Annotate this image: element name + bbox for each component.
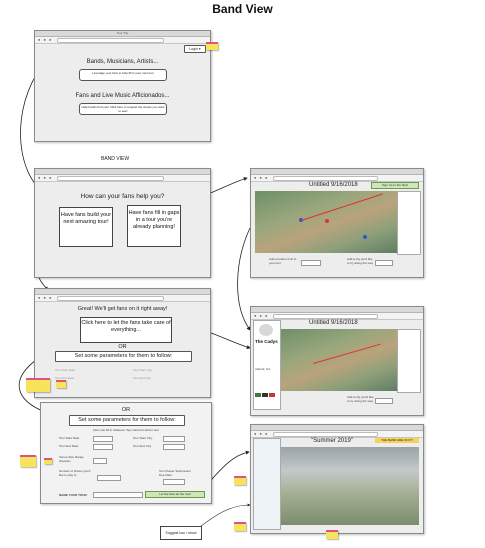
add-city-label: Add a city we'd like to try along the wa… <box>347 257 374 265</box>
fans-cta-button[interactable]: Help bands find you! Click here to reque… <box>79 103 167 115</box>
band-view-window: ● ● ● How can your fans help you? Have f… <box>34 168 211 278</box>
bottom-limit-field[interactable] <box>301 260 321 266</box>
bands-heading: Bands, Musicians, Artists... <box>86 59 159 65</box>
us-map[interactable] <box>281 329 397 391</box>
sticky-note <box>234 476 246 485</box>
start-date-label: Tour Start Date: <box>59 436 81 440</box>
ghost-start-date: Tour Start Date <box>55 368 76 372</box>
ghost-start-city: Tour Start City <box>133 368 153 372</box>
map-title: Untitled 9/16/2018 <box>309 182 358 188</box>
fan-suggestions-panel[interactable] <box>253 438 281 530</box>
parameters-window: OR Set some parameters for them to follo… <box>40 402 212 504</box>
address-bar[interactable]: ● ● ● <box>251 431 423 438</box>
address-bar[interactable]: ● ● ● <box>35 175 210 182</box>
ghost-end-city: Tour End City <box>133 376 152 380</box>
shows-count-field[interactable] <box>97 475 121 481</box>
bands-cta-button[interactable]: Leverage your fans to help fill in your … <box>79 69 167 81</box>
end-city-field[interactable] <box>163 444 185 450</box>
submit-to-fans-button[interactable]: Let the fans do the rest! <box>145 491 205 498</box>
set-parameters-button[interactable]: Set some parameters for them to follow: <box>69 415 185 426</box>
address-bar[interactable]: ● ● ● <box>35 295 210 302</box>
sticky-note <box>206 42 218 50</box>
venue-size-label: Venue Size Range (People): <box>59 455 84 463</box>
sticky-note <box>26 378 50 392</box>
arrow-map1-to-map2 <box>237 227 251 331</box>
suggest-callout: Suggest tour / show <box>160 526 202 540</box>
tour-name-label: NAME YOUR TOUR: <box>59 493 88 497</box>
add-city-field[interactable] <box>375 260 393 266</box>
map-title: Untitled 9/16/2018 <box>309 320 358 326</box>
band-profile-map-window: ● ● ● The Cadys Atlanta, GA Untitled 9/1… <box>250 306 424 416</box>
venue-size-field[interactable] <box>93 458 107 464</box>
url-field[interactable] <box>57 176 164 181</box>
option-fill-gaps-box[interactable]: Have fans fill in gaps in a tour you're … <box>127 205 181 247</box>
window-controls-icon[interactable]: ● ● ● <box>254 314 268 318</box>
band-location: Atlanta, GA <box>255 367 271 371</box>
add-city-field[interactable] <box>375 398 393 404</box>
end-date-label: Tour End Date: <box>59 444 80 448</box>
band-name: The Cadys <box>255 339 278 344</box>
parameters-subtitle: Fans can fill in whatever they want but … <box>92 428 160 432</box>
url-field[interactable] <box>57 296 164 301</box>
sticky-note <box>44 458 52 464</box>
sticky-note <box>56 380 66 388</box>
window-controls-icon[interactable]: ● ● ● <box>38 176 52 180</box>
fans-handle-everything-box[interactable]: Click here to let the fans take care of … <box>80 317 172 343</box>
start-city-field[interactable] <box>163 436 185 442</box>
tour-title: "Summer 2019" <box>311 438 353 444</box>
or-divider: OR <box>118 344 127 350</box>
location-pin-icon[interactable] <box>363 235 367 239</box>
start-date-field[interactable] <box>93 436 113 442</box>
address-bar[interactable]: ● ● ● <box>251 175 423 182</box>
url-field[interactable] <box>273 432 379 437</box>
add-city-label: Add a city you'd like to try along the w… <box>347 395 374 403</box>
status-badge: THE BAND ARE ON IT! <box>375 438 419 443</box>
band-view-caption: BAND VIEW <box>101 156 130 162</box>
fans-heading: Fans and Live Music Afficionados... <box>75 93 170 99</box>
confirm-heading: Great! We'll get fans on it right away! <box>77 306 168 312</box>
start-city-label: Tour Start City: <box>133 436 153 440</box>
window-controls-icon[interactable]: ● ● ● <box>254 432 268 436</box>
summer-tour-window: ● ● ● "Summer 2019" THE BAND ARE ON IT! <box>250 424 424 534</box>
city-list-panel[interactable] <box>397 191 421 255</box>
window-controls-icon[interactable]: ● ● ● <box>38 38 52 42</box>
window-controls-icon[interactable]: ● ● ● <box>38 296 52 300</box>
sticky-note <box>326 530 338 539</box>
landing-window: Tour Trip ● ● ● Login ▾ Bands, Musicians… <box>34 30 211 142</box>
login-button[interactable]: Login ▾ <box>184 45 206 53</box>
url-field[interactable] <box>57 38 164 43</box>
band-avatar <box>259 324 273 336</box>
address-bar[interactable]: ● ● ● <box>251 313 423 320</box>
url-field[interactable] <box>273 176 379 181</box>
tour-map-window: ● ● ● Untitled 9/16/2018 Sign Up to the … <box>250 168 424 278</box>
shows-count-label: Number of shows you'd like to play in: <box>59 469 91 477</box>
option-build-tour-box[interactable]: Have fans build your next amazing tour! <box>59 207 113 247</box>
tour-name-field[interactable] <box>93 492 143 498</box>
band-view-heading: How can your fans help you? <box>80 193 165 200</box>
location-pin-icon[interactable] <box>325 219 329 223</box>
deadline-field[interactable] <box>163 479 185 485</box>
set-parameters-button[interactable]: Set some parameters for them to follow: <box>55 351 192 362</box>
social-icons[interactable] <box>255 393 275 397</box>
city-list-panel[interactable] <box>397 329 421 393</box>
signup-button[interactable]: Sign Up to the Next <box>371 182 419 189</box>
us-map[interactable] <box>281 447 419 525</box>
add-bottom-limit-label: Add a bottom limit to your tour <box>269 257 297 265</box>
end-date-field[interactable] <box>93 444 113 450</box>
or-divider: OR <box>121 407 131 413</box>
sticky-note <box>234 522 246 531</box>
deadline-label: Tour Roster Submission Due Date: <box>159 469 191 477</box>
window-controls-icon[interactable]: ● ● ● <box>254 176 268 180</box>
address-bar[interactable]: ● ● ● <box>35 37 210 44</box>
url-field[interactable] <box>273 314 379 319</box>
end-city-label: Tour End City: <box>133 444 152 448</box>
sticky-note <box>20 455 36 467</box>
callout-text: Suggest tour / show <box>165 531 197 535</box>
window-tab-title: Tour Trip <box>116 31 129 35</box>
